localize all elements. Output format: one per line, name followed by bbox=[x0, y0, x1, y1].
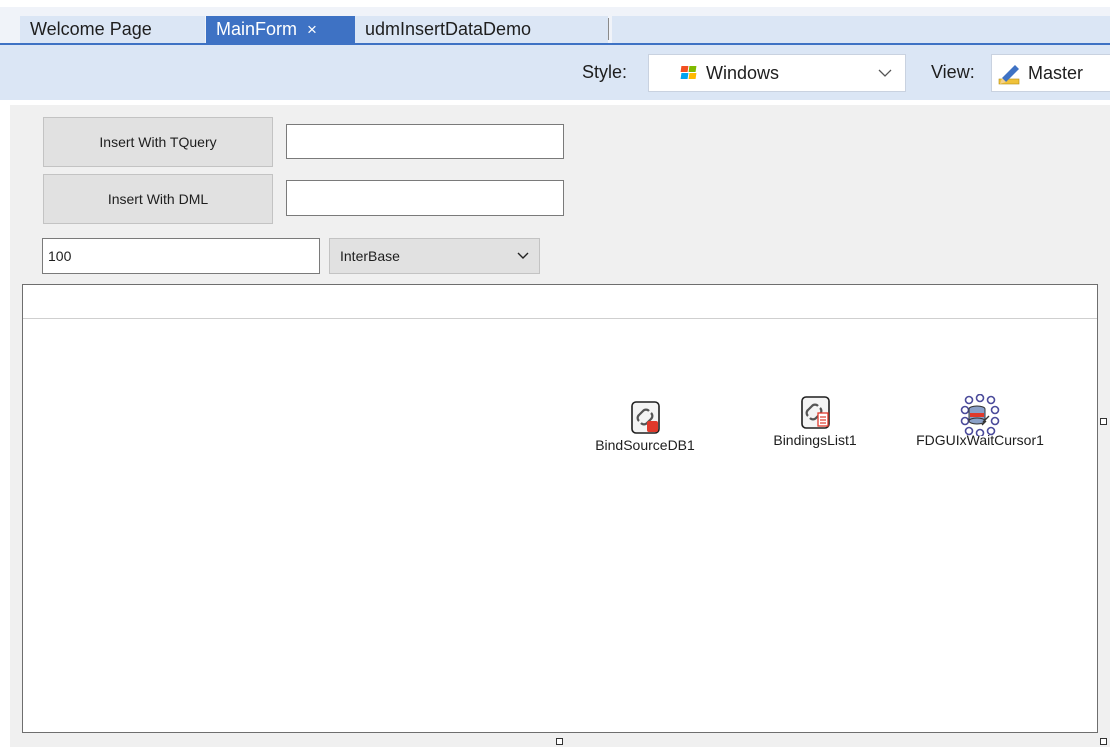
view-select[interactable]: Master bbox=[991, 54, 1110, 92]
field-value: 100 bbox=[48, 248, 72, 264]
view-select-value: Master bbox=[1028, 63, 1084, 83]
style-toolbar: Style: Windows View: Master bbox=[0, 45, 1110, 100]
windows-logo-icon bbox=[680, 66, 697, 80]
grid-panel[interactable] bbox=[22, 284, 1098, 733]
tab-welcome-page[interactable]: Welcome Page bbox=[20, 16, 205, 43]
component-label: BindSourceDB1 bbox=[595, 437, 695, 453]
view-label: View: bbox=[931, 62, 975, 82]
component-label: BindingsList1 bbox=[773, 432, 857, 448]
wait-cursor-icon bbox=[960, 393, 1000, 438]
style-label: Style: bbox=[582, 62, 628, 82]
insert-with-dml-button[interactable]: Insert With DML bbox=[43, 174, 273, 224]
bindings-list-icon bbox=[796, 394, 834, 432]
chevron-down-icon bbox=[517, 239, 529, 285]
resize-handle-bottom[interactable] bbox=[556, 738, 563, 745]
tab-udminsertdatademo[interactable]: udmInsertDataDemo bbox=[355, 16, 608, 43]
tab-strip-empty bbox=[612, 16, 1110, 43]
resize-handle-right[interactable] bbox=[1100, 418, 1107, 425]
bind-source-icon bbox=[626, 399, 664, 437]
tab-label: MainForm bbox=[216, 19, 298, 39]
pencil-ruler-icon bbox=[998, 63, 1022, 90]
button-label: Insert With DML bbox=[107, 191, 209, 207]
database-select[interactable]: InterBase bbox=[329, 238, 540, 274]
record-count-field[interactable]: 100 bbox=[42, 238, 320, 274]
close-icon[interactable]: × bbox=[307, 20, 317, 39]
style-select[interactable]: Windows bbox=[648, 54, 906, 92]
database-select-value: InterBase bbox=[340, 248, 400, 264]
tab-label: udmInsertDataDemo bbox=[365, 19, 532, 39]
tab-separator bbox=[608, 18, 609, 40]
tab-mainform[interactable]: MainForm × bbox=[206, 16, 355, 43]
insert-with-tquery-button[interactable]: Insert With TQuery bbox=[43, 117, 273, 167]
tab-bar: Welcome Page MainForm × udmInsertDataDemo bbox=[0, 0, 1110, 43]
component-fdguixwaitcursor1[interactable]: FDGUIxWaitCursor1 bbox=[895, 393, 1065, 448]
component-bindsourcedb1[interactable]: BindSourceDB1 bbox=[580, 399, 710, 453]
component-bindingslist1[interactable]: BindingsList1 bbox=[760, 394, 870, 448]
dml-result-field[interactable] bbox=[286, 180, 564, 216]
chevron-down-icon bbox=[877, 61, 893, 90]
resize-handle-bottom-right[interactable] bbox=[1100, 738, 1107, 745]
button-label: Insert With TQuery bbox=[99, 134, 217, 150]
tab-label: Welcome Page bbox=[30, 19, 152, 39]
grid-header-row bbox=[23, 285, 1097, 319]
tquery-result-field[interactable] bbox=[286, 124, 564, 159]
style-select-value: Windows bbox=[706, 63, 780, 83]
